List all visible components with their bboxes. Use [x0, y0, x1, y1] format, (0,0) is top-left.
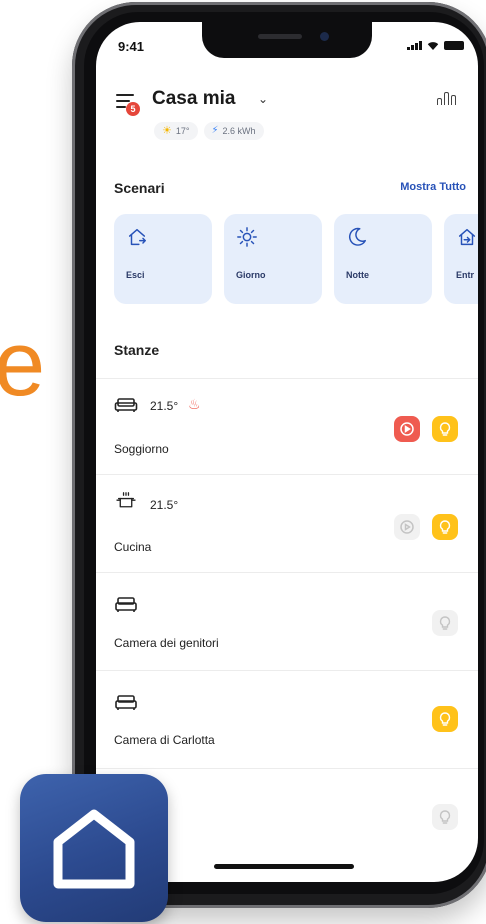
bed-icon [115, 695, 137, 710]
signal-icon [407, 41, 422, 50]
battery-icon [444, 41, 464, 50]
home-title[interactable]: Casa mia [152, 88, 235, 110]
lightbulb-icon [439, 520, 451, 534]
light-button[interactable] [432, 416, 458, 442]
app-icon [20, 774, 168, 922]
lightbulb-icon [439, 616, 451, 630]
stats-icon[interactable] [437, 92, 456, 105]
moon-icon [349, 227, 366, 246]
lightbulb-icon [439, 810, 451, 824]
sun-icon [237, 227, 257, 247]
scene-label: Giorno [236, 270, 266, 280]
bolt-icon: ⚡ [211, 125, 219, 136]
sun-icon: ☀ [162, 125, 172, 137]
sofa-icon [114, 398, 138, 412]
room-name: Cucina [114, 540, 152, 554]
home-indicator [214, 864, 354, 869]
light-button[interactable] [432, 706, 458, 732]
music-button[interactable] [394, 514, 420, 540]
light-button[interactable] [432, 804, 458, 830]
room-name: Camera dei genitori [114, 636, 219, 650]
status-time: 9:41 [118, 39, 145, 54]
scenes-title: Scenari [114, 180, 165, 196]
background-letter: e [0, 313, 46, 415]
cooking-pot-icon [116, 492, 136, 508]
scene-esci[interactable]: Esci [114, 214, 212, 304]
flame-icon: ♨ [188, 396, 201, 412]
energy-chip[interactable]: ⚡ 2.6 kWh [203, 122, 264, 140]
light-button[interactable] [432, 514, 458, 540]
play-icon [400, 422, 414, 436]
scene-label: Esci [126, 270, 145, 280]
front-camera [320, 32, 329, 41]
speaker [258, 34, 302, 39]
room-name: Camera di Carlotta [114, 733, 215, 747]
room-name: Soggiorno [114, 442, 169, 456]
divider [96, 768, 478, 769]
divider [96, 378, 478, 379]
scene-label: Entr [456, 270, 474, 280]
music-button[interactable] [394, 416, 420, 442]
scene-notte[interactable]: Notte [334, 214, 432, 304]
scene-giorno[interactable]: Giorno [224, 214, 322, 304]
enter-home-icon [458, 228, 476, 246]
status-icons [407, 41, 464, 50]
scenes-list: Esci Giorno Notte Entr [114, 214, 478, 304]
notification-badge: 5 [126, 102, 140, 116]
wifi-icon [427, 42, 439, 50]
exit-home-icon [128, 228, 146, 246]
phone-screen: 9:41 5 Casa mia ⌄ ☀ 17° ⚡ 2.6 kWh Scenar… [96, 22, 478, 882]
lightbulb-icon [439, 422, 451, 436]
play-icon [400, 520, 414, 534]
divider [96, 670, 478, 671]
room-temperature: 21.5° [150, 399, 179, 413]
home-outline-icon [53, 809, 135, 889]
energy-value: 2.6 kWh [222, 126, 256, 136]
scene-entra[interactable]: Entr [444, 214, 478, 304]
divider [96, 572, 478, 573]
chevron-down-icon[interactable]: ⌄ [258, 92, 268, 106]
show-all-link[interactable]: Mostra Tutto [400, 181, 466, 193]
status-chips: ☀ 17° ⚡ 2.6 kWh [154, 122, 264, 140]
lightbulb-icon [439, 712, 451, 726]
rooms-title: Stanze [114, 342, 160, 358]
weather-chip[interactable]: ☀ 17° [154, 122, 198, 140]
weather-value: 17° [175, 126, 190, 136]
divider [96, 474, 478, 475]
room-temperature: 21.5° [150, 498, 179, 512]
scene-label: Notte [346, 270, 369, 280]
light-button[interactable] [432, 610, 458, 636]
notch [202, 22, 372, 58]
bed-icon [115, 597, 137, 612]
